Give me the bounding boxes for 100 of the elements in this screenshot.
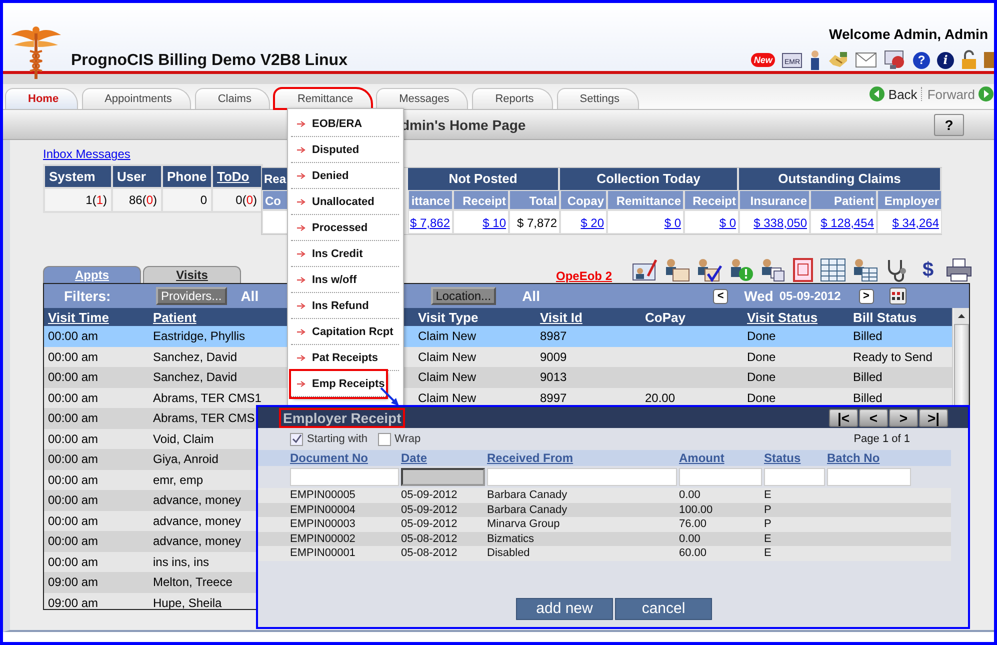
exit-icon[interactable]	[984, 50, 994, 70]
table-cell: Abrams, TER CMS	[153, 411, 255, 426]
forward-button[interactable]: Forward	[927, 86, 994, 102]
column-header: Receipt	[453, 190, 509, 210]
dialog-button[interactable]: cancel	[615, 598, 712, 620]
column-header[interactable]: Amount	[679, 451, 724, 465]
filter-field[interactable]	[487, 468, 677, 486]
column-header[interactable]: Visit Time	[48, 310, 109, 324]
table-cell: 100.00	[679, 504, 713, 516]
inbox-messages-link[interactable]: Inbox Messages	[43, 147, 130, 161]
next-day-button[interactable]: >	[858, 288, 874, 304]
dollar-icon[interactable]: $	[916, 258, 940, 282]
grid-icon[interactable]	[820, 258, 846, 282]
column-header[interactable]: Date	[401, 451, 428, 465]
arrow-icon	[297, 198, 306, 204]
table-cell: Done	[747, 390, 776, 405]
previous-day-button[interactable]: <	[713, 288, 728, 304]
location-button[interactable]: Location...	[430, 287, 496, 305]
table-cell: 09:00 am	[48, 575, 98, 590]
option-label: Starting with	[307, 433, 368, 445]
nav-tab[interactable]: Remittance	[274, 88, 372, 109]
date-label: 05-09-2012	[779, 289, 841, 303]
filter-field[interactable]	[764, 468, 825, 486]
nav-tab[interactable]: Appointments	[82, 88, 191, 109]
checkbox[interactable]	[290, 432, 303, 446]
back-button[interactable]: Back	[869, 86, 918, 102]
info-icon[interactable]: i	[937, 52, 954, 68]
calendar-icon[interactable]	[888, 287, 907, 305]
location-value: All	[522, 288, 541, 304]
column-header: Remittance	[607, 190, 684, 210]
nav-tab[interactable]: Claims	[194, 88, 270, 109]
table-cell: E	[764, 489, 772, 502]
table-cell: 20.00	[645, 390, 676, 405]
handshake-icon[interactable]	[828, 51, 848, 69]
table-cell: 00:00 am	[48, 329, 98, 344]
arrow-icon	[297, 120, 306, 126]
day-label: Wed	[744, 288, 774, 304]
amount-link[interactable]: $ 0	[664, 216, 681, 230]
column-header[interactable]: Patient	[153, 310, 196, 324]
printer-icon[interactable]	[946, 258, 972, 282]
pager-button[interactable]: >	[889, 408, 918, 426]
providers-button[interactable]: Providers...	[156, 287, 227, 305]
menu-item[interactable]: Emp Receipts	[291, 371, 386, 397]
person-table-icon[interactable]	[852, 258, 878, 282]
table-cell: Billed	[853, 390, 882, 405]
nav-tab[interactable]: Home	[5, 88, 78, 109]
scroll-up-button[interactable]	[954, 308, 968, 324]
person-document-icon[interactable]	[664, 258, 690, 282]
amount-link[interactable]: $ 0	[719, 216, 736, 230]
option-label: Wrap	[394, 433, 421, 445]
column-header[interactable]: Received From	[487, 451, 574, 465]
table-cell: Done	[747, 329, 776, 344]
table-cell: 00:00 am	[48, 472, 98, 487]
column-header[interactable]: Visit Id	[540, 310, 582, 324]
monitor-icon[interactable]	[884, 50, 906, 70]
person-pages-icon[interactable]	[760, 258, 786, 282]
filter-field[interactable]	[290, 468, 399, 486]
table-cell: Eastridge, Phyllis	[153, 329, 246, 344]
table-cell: 05-09-2012	[401, 518, 458, 530]
person-alert-icon[interactable]	[728, 258, 754, 282]
filter-field[interactable]	[827, 468, 911, 486]
pager-button[interactable]: |<	[829, 408, 858, 426]
table-cell: Barbara Canady	[487, 489, 568, 502]
table-cell: Abrams, TER CMS1	[153, 390, 262, 405]
column-header[interactable]: Batch No	[827, 451, 880, 465]
column-header[interactable]: Document No	[290, 451, 368, 465]
column-header[interactable]: Status	[764, 451, 801, 465]
form-icon[interactable]	[792, 258, 814, 282]
providers-value: All	[240, 288, 260, 304]
help-icon[interactable]: ?	[913, 52, 930, 68]
pager-button[interactable]: <	[859, 408, 888, 426]
help-button[interactable]: ?	[934, 114, 964, 136]
count-cell: 0	[162, 188, 212, 212]
column-header: System	[44, 165, 112, 188]
table-cell: 05-08-2012	[401, 547, 458, 560]
column-header: Employer	[877, 190, 942, 210]
filter-field[interactable]	[679, 468, 762, 486]
opeeob-link[interactable]: OpeEob 2	[556, 269, 612, 283]
nav-tab[interactable]: Settings	[556, 88, 639, 109]
table-cell: E	[764, 532, 772, 545]
id-card-icon[interactable]	[632, 258, 658, 282]
new-badge[interactable]: New	[750, 53, 776, 67]
dialog-button[interactable]: add new	[516, 598, 613, 620]
column-header[interactable]: Visit Status	[747, 310, 818, 324]
group-header: Collection Today	[560, 168, 739, 190]
mail-icon[interactable]	[855, 52, 877, 68]
checkbox[interactable]	[378, 432, 391, 446]
lock-icon[interactable]	[961, 50, 977, 70]
column-header[interactable]: ToDo	[212, 165, 262, 188]
nav-tab[interactable]: Messages	[376, 88, 468, 109]
amount-text: $ 7,872	[516, 216, 557, 230]
table-cell: 76.00	[679, 518, 707, 530]
table-cell: Claim New	[418, 329, 476, 344]
arrow-icon	[297, 250, 306, 256]
count-cell: 0(0)	[212, 188, 262, 212]
person-icon[interactable]	[809, 50, 821, 70]
person-check-icon[interactable]	[696, 258, 722, 282]
nav-tab[interactable]: Reports	[472, 88, 553, 109]
pager-button[interactable]: >|	[919, 408, 948, 426]
panel-tab[interactable]: Visits	[143, 266, 241, 283]
